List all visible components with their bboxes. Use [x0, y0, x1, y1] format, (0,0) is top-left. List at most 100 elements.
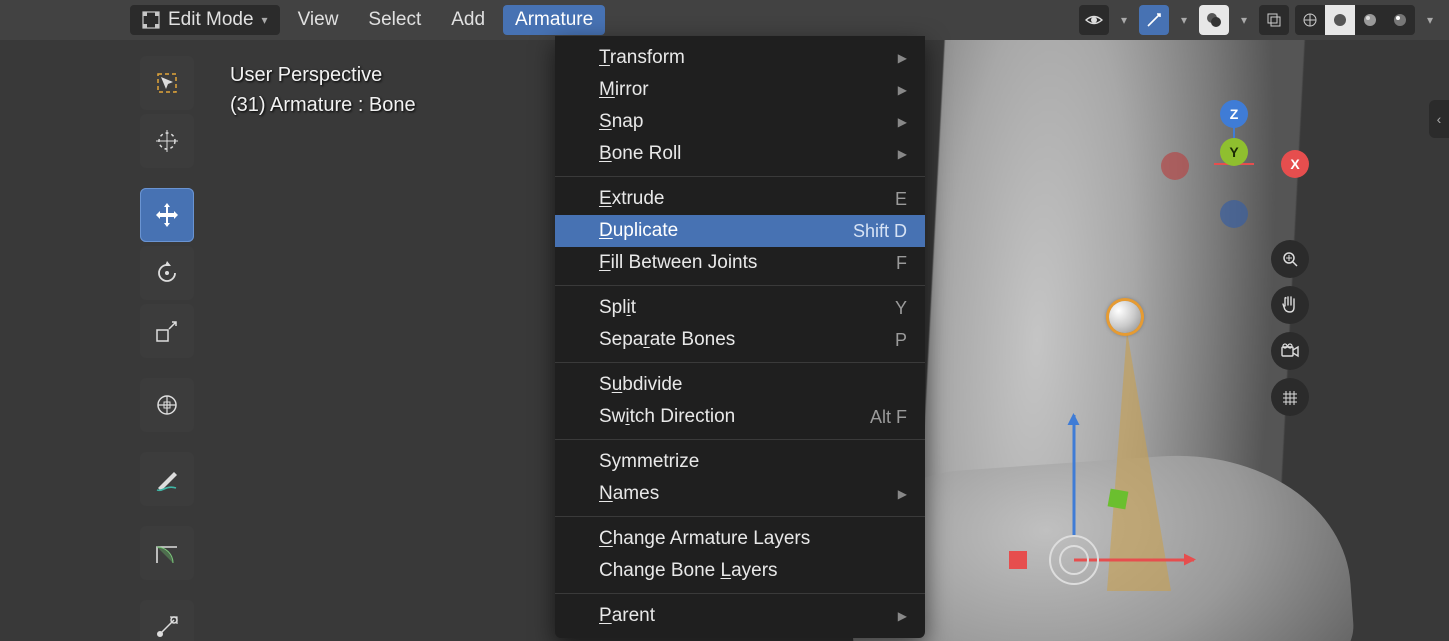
- menu-separator: [555, 285, 925, 286]
- menu-item-shortcut: E: [895, 189, 907, 210]
- menu-separator: [555, 516, 925, 517]
- tool-rotate[interactable]: [140, 246, 194, 300]
- menu-armature[interactable]: Armature: [503, 5, 605, 35]
- menu-add[interactable]: Add: [439, 5, 497, 35]
- submenu-arrow-icon: ▶: [898, 83, 907, 97]
- menu-item-label: Duplicate: [599, 220, 853, 242]
- sidebar-toggle[interactable]: ‹: [1429, 100, 1449, 138]
- menu-item-label: Mirror: [599, 79, 890, 101]
- menu-item-label: Names: [599, 483, 890, 505]
- menu-item-label: Change Bone Layers: [599, 560, 907, 582]
- gizmo-axis-z[interactable]: [1073, 415, 1076, 535]
- tool-select-box[interactable]: [140, 56, 194, 110]
- submenu-arrow-icon: ▶: [898, 147, 907, 161]
- menu-item-names[interactable]: Names ▶: [555, 478, 925, 510]
- gizmo-toggle-icon[interactable]: [1139, 5, 1169, 35]
- menu-item-label: Separate Bones: [599, 329, 895, 351]
- header-right: ▾ ▾ ▾ ▾: [1079, 5, 1439, 35]
- menu-item-separate-bones[interactable]: Separate BonesP: [555, 324, 925, 356]
- submenu-arrow-icon: ▶: [898, 487, 907, 501]
- tool-shelf: [140, 56, 194, 641]
- mode-selector[interactable]: Edit Mode ▾: [130, 5, 280, 35]
- chevron-down-icon[interactable]: ▾: [1115, 5, 1133, 35]
- menu-item-parent[interactable]: Parent ▶: [555, 600, 925, 632]
- menu-item-mirror[interactable]: Mirror ▶: [555, 74, 925, 106]
- zoom-icon[interactable]: [1271, 240, 1309, 278]
- shading-rendered-icon[interactable]: [1385, 5, 1415, 35]
- chevron-down-icon: ▾: [262, 13, 268, 27]
- menu-item-change-armature-layers[interactable]: Change Armature Layers: [555, 523, 925, 555]
- menu-separator: [555, 593, 925, 594]
- viewport-nav-buttons: [1271, 240, 1309, 416]
- bone-body: [1107, 331, 1171, 591]
- menu-view[interactable]: View: [286, 5, 351, 35]
- gizmo-ring-inner[interactable]: [1059, 545, 1089, 575]
- menu-item-bone-roll[interactable]: Bone Roll ▶: [555, 138, 925, 170]
- menu-item-subdivide[interactable]: Subdivide: [555, 369, 925, 401]
- menu-item-transform[interactable]: Transform ▶: [555, 42, 925, 74]
- viewport-overlay-info: User Perspective (31) Armature : Bone: [230, 60, 416, 120]
- pan-icon[interactable]: [1271, 286, 1309, 324]
- submenu-arrow-icon: ▶: [898, 115, 907, 129]
- menu-item-label: Extrude: [599, 188, 895, 210]
- menu-item-shortcut: Shift D: [853, 221, 907, 242]
- shading-wireframe-icon[interactable]: [1295, 5, 1325, 35]
- tool-extrude[interactable]: [140, 600, 194, 641]
- menu-item-label: Snap: [599, 111, 890, 133]
- shading-matprev-icon[interactable]: [1355, 5, 1385, 35]
- chevron-down-icon[interactable]: ▾: [1175, 5, 1193, 35]
- submenu-arrow-icon: ▶: [898, 609, 907, 623]
- bone-head[interactable]: [1109, 301, 1141, 333]
- menu-item-shortcut: Alt F: [870, 407, 907, 428]
- menu-item-shortcut: P: [895, 330, 907, 351]
- menu-item-symmetrize[interactable]: Symmetrize: [555, 446, 925, 478]
- transform-gizmo[interactable]: [1049, 535, 1099, 585]
- menu-item-change-bone-layers[interactable]: Change Bone Layers: [555, 555, 925, 587]
- menu-item-label: Subdivide: [599, 374, 907, 396]
- menu-item-duplicate[interactable]: DuplicateShift D: [555, 215, 925, 247]
- menu-item-label: Bone Roll: [599, 143, 890, 165]
- shading-mode-group: [1295, 5, 1415, 35]
- menu-item-label: Fill Between Joints: [599, 252, 896, 274]
- overlay-toggle-icon[interactable]: [1199, 5, 1229, 35]
- menu-item-extrude[interactable]: ExtrudeE: [555, 183, 925, 215]
- menu-separator: [555, 176, 925, 177]
- menu-item-split[interactable]: SplitY: [555, 292, 925, 324]
- menu-select[interactable]: Select: [356, 5, 433, 35]
- menu-item-fill-between-joints[interactable]: Fill Between JointsF: [555, 247, 925, 279]
- tool-move[interactable]: [140, 188, 194, 242]
- shading-solid-icon[interactable]: [1325, 5, 1355, 35]
- menu-item-switch-direction[interactable]: Switch DirectionAlt F: [555, 401, 925, 433]
- menu-item-shortcut: Y: [895, 298, 907, 319]
- menu-item-label: Switch Direction: [599, 406, 870, 428]
- submenu-arrow-icon: ▶: [898, 51, 907, 65]
- menu-separator: [555, 362, 925, 363]
- menu-item-label: Change Armature Layers: [599, 528, 907, 550]
- gizmo-handle-y[interactable]: [1108, 489, 1129, 510]
- menu-item-label: Symmetrize: [599, 451, 907, 473]
- visibility-icon[interactable]: [1079, 5, 1109, 35]
- menu-separator: [555, 439, 925, 440]
- overlay-line2: (31) Armature : Bone: [230, 90, 416, 120]
- overlay-line1: User Perspective: [230, 60, 416, 90]
- gizmo-handle-x[interactable]: [1009, 551, 1027, 569]
- header: Edit Mode ▾ View Select Add Armature ▾ ▾…: [0, 0, 1449, 40]
- edit-mode-icon: [142, 11, 160, 29]
- camera-icon[interactable]: [1271, 332, 1309, 370]
- ortho-icon[interactable]: [1271, 378, 1309, 416]
- tool-transform[interactable]: [140, 378, 194, 432]
- menu-item-label: Transform: [599, 47, 890, 69]
- xray-toggle-icon[interactable]: [1259, 5, 1289, 35]
- mode-label: Edit Mode: [168, 9, 254, 31]
- menu-item-label: Parent: [599, 605, 890, 627]
- tool-cursor[interactable]: [140, 114, 194, 168]
- chevron-down-icon[interactable]: ▾: [1421, 5, 1439, 35]
- menu-item-snap[interactable]: Snap ▶: [555, 106, 925, 138]
- tool-annotate[interactable]: [140, 452, 194, 506]
- chevron-down-icon[interactable]: ▾: [1235, 5, 1253, 35]
- tool-measure[interactable]: [140, 526, 194, 580]
- tool-scale[interactable]: [140, 304, 194, 358]
- menu-item-label: Split: [599, 297, 895, 319]
- armature-menu-dropdown: Transform ▶ Mirror ▶ Snap ▶ Bone Roll ▶ ExtrudeE…: [555, 36, 925, 638]
- menu-item-shortcut: F: [896, 253, 907, 274]
